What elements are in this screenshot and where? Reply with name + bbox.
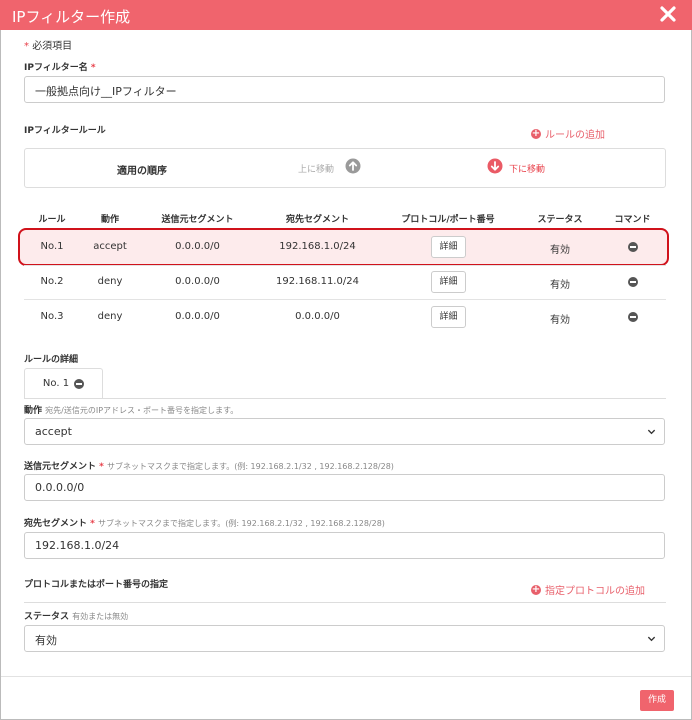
action-select-value: accept (35, 425, 72, 438)
status-select[interactable]: 有効 (24, 625, 665, 652)
filter-name-label: IPフィルター名 * (24, 60, 96, 73)
row1-remove-icon[interactable] (628, 242, 638, 252)
remove-tab-icon[interactable] (74, 378, 85, 389)
protocol-divider (24, 602, 666, 603)
status-hint: 有効または無効 (72, 612, 129, 621)
tab-rule-1-label: No. 1 (42, 378, 70, 389)
add-rule-link[interactable]: + ルールの追加 (531, 126, 605, 141)
src-label: 送信元セグメント * サブネットマスクまで指定します。(例: 192.168.2… (24, 459, 394, 472)
row1-status: 有効 (550, 245, 570, 256)
add-rule-label: ルールの追加 (545, 130, 605, 141)
status-label-text: ステータス (24, 612, 70, 622)
arrow-down-circle-icon[interactable] (487, 158, 503, 174)
order-label: 適用の順序 (117, 166, 167, 177)
th-dst: 宛先セグメント (285, 215, 349, 225)
row1-dst: 192.168.1.0/24 (279, 241, 356, 252)
dialog-title: IPフィルター作成 (12, 8, 131, 26)
table-divider (24, 265, 666, 266)
footer-divider (1, 676, 691, 677)
filter-name-input[interactable]: 一般拠点向け__IPフィルター (24, 76, 665, 103)
row3-status: 有効 (550, 315, 570, 326)
chevron-down-icon (647, 636, 656, 642)
dst-segment-input[interactable]: 192.168.1.0/24 (24, 532, 665, 559)
dst-label-text: 宛先セグメント (24, 519, 88, 529)
th-status: ステータス (537, 215, 583, 225)
table-divider (24, 299, 666, 300)
src-segment-input[interactable]: 0.0.0.0/0 (24, 474, 665, 501)
row1-detail-button[interactable]: 詳細 (431, 236, 466, 258)
create-button[interactable]: 作成 (640, 690, 674, 711)
add-protocol-label: 指定プロトコルの追加 (545, 586, 645, 597)
row1-src: 0.0.0.0/0 (175, 241, 220, 252)
status-label: ステータス 有効または無効 (24, 609, 128, 622)
row2-src: 0.0.0.0/0 (175, 276, 220, 287)
th-rule: ルール (38, 215, 66, 225)
required-asterisk: * (24, 41, 33, 52)
close-icon[interactable] (658, 4, 678, 24)
move-down-label[interactable]: 下に移動 (509, 162, 545, 175)
row3-src: 0.0.0.0/0 (175, 311, 220, 322)
th-command: コマンド (614, 215, 651, 225)
required-note-text: 必須項目 (32, 41, 73, 52)
row2-remove-icon[interactable] (628, 277, 638, 287)
details-section-label: ルールの詳細 (24, 355, 79, 365)
filter-name-label-text: IPフィルター名 (24, 63, 88, 73)
move-up-label: 上に移動 (298, 165, 335, 175)
row3-action: deny (97, 311, 123, 322)
th-action: 動作 (100, 215, 119, 225)
th-src: 送信元セグメント (161, 215, 234, 225)
action-label: 動作 宛先/送信元のIPアドレス・ポート番号を指定します。 (24, 403, 238, 416)
row2-detail-button[interactable]: 詳細 (431, 271, 466, 293)
action-select[interactable]: accept (24, 418, 665, 445)
add-protocol-link[interactable]: + 指定プロトコルの追加 (531, 582, 645, 597)
src-hint: サブネットマスクまで指定します。(例: 192.168.2.1/32 , 192… (107, 462, 394, 471)
chevron-down-icon (647, 429, 656, 435)
row3-remove-icon[interactable] (628, 312, 638, 322)
required-asterisk: * (87, 519, 95, 529)
src-label-text: 送信元セグメント (24, 462, 97, 472)
action-label-text: 動作 (24, 406, 43, 416)
row1-rule: No.1 (40, 241, 64, 252)
th-protocol: プロトコル/ポート番号 (401, 215, 495, 225)
row3-detail-button[interactable]: 詳細 (431, 306, 466, 328)
required-note: * 必須項目 (24, 37, 72, 52)
row2-dst: 192.168.11.0/24 (276, 276, 359, 287)
action-hint: 宛先/送信元のIPアドレス・ポート番号を指定します。 (45, 406, 239, 415)
tab-baseline (24, 398, 666, 399)
status-select-value: 有効 (35, 634, 57, 647)
required-asterisk: * (87, 63, 96, 73)
required-asterisk: * (96, 462, 104, 472)
dst-label: 宛先セグメント * サブネットマスクまで指定します。(例: 192.168.2.… (24, 516, 385, 529)
row2-action: deny (97, 276, 123, 287)
tab-rule-1[interactable]: No. 1 (24, 368, 103, 398)
frame-left (0, 30, 1, 720)
arrow-up-circle-icon[interactable] (345, 158, 361, 174)
row1-action: accept (93, 241, 127, 252)
rule-section-label: IPフィルタールール (24, 126, 106, 136)
protocol-label: プロトコルまたはポート番号の指定 (24, 580, 169, 590)
row3-dst: 0.0.0.0/0 (295, 311, 340, 322)
dst-hint: サブネットマスクまで指定します。(例: 192.168.2.1/32 , 192… (98, 519, 385, 528)
row2-rule: No.2 (40, 276, 64, 287)
plus-circle-icon: + (531, 127, 541, 139)
plus-circle-icon: + (531, 583, 541, 595)
row2-status: 有効 (550, 280, 570, 291)
row3-rule: No.3 (40, 311, 64, 322)
